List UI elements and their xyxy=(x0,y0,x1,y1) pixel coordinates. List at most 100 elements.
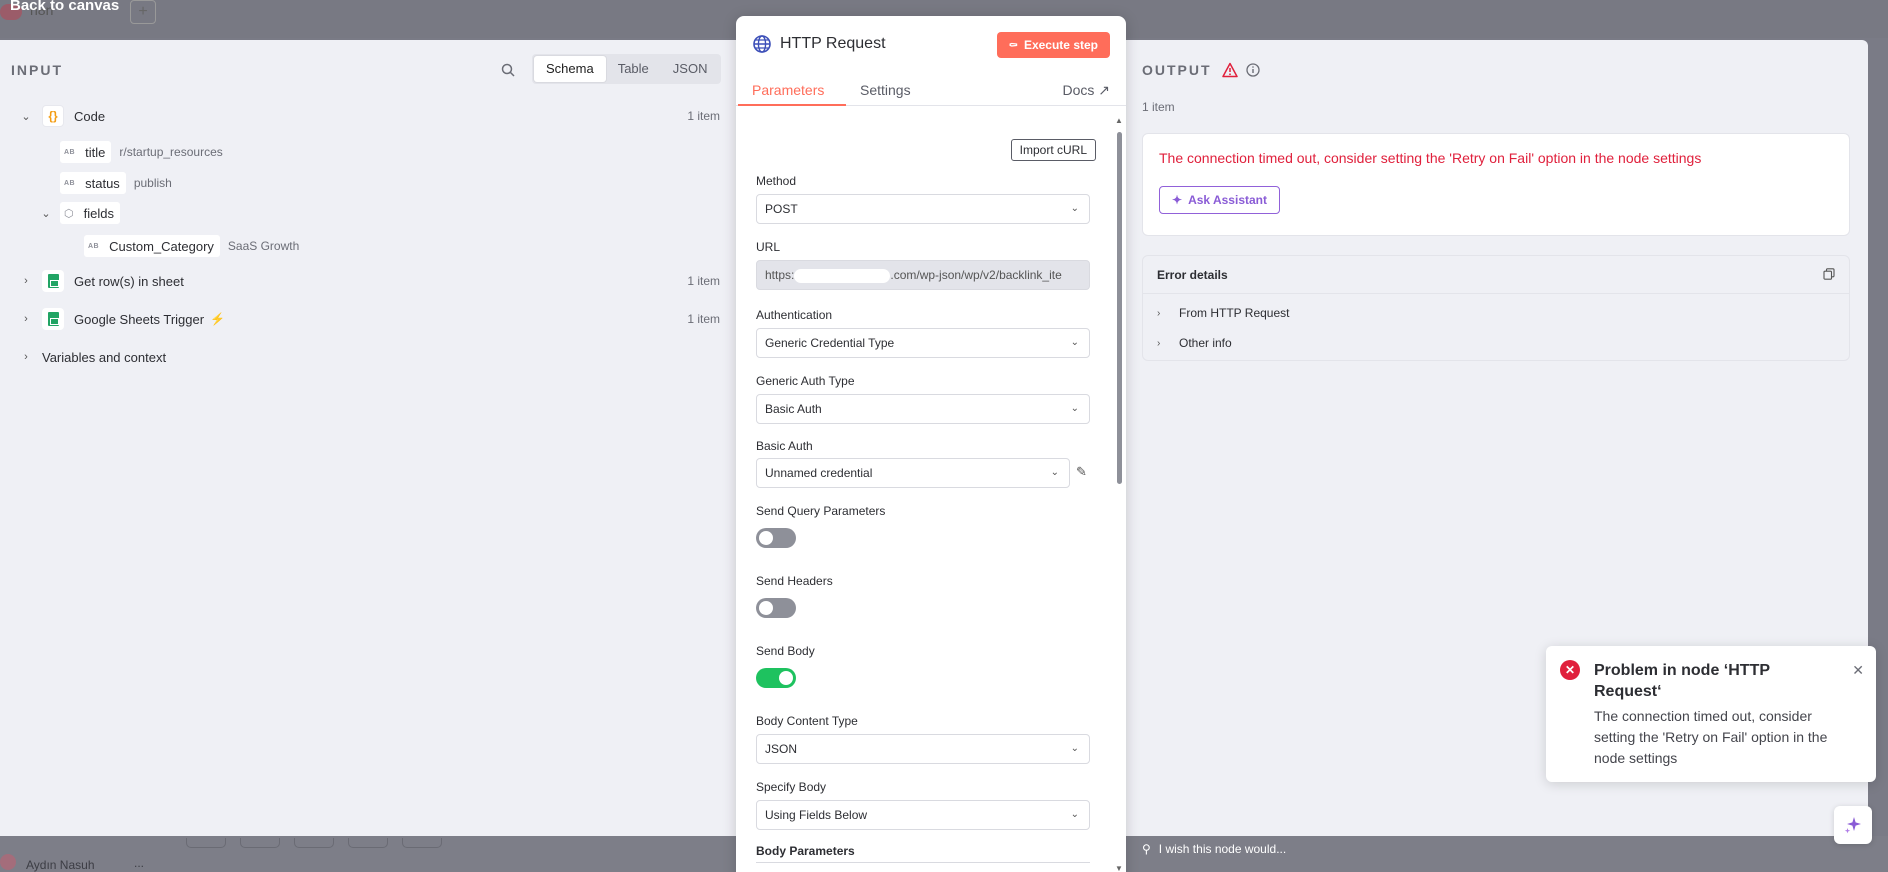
chevron-down-icon: ⌄ xyxy=(1070,743,1079,754)
error-message: The connection timed out, consider setti… xyxy=(1159,150,1702,166)
error-details-header: Error details xyxy=(1143,256,1849,294)
chevron-right-icon[interactable]: › xyxy=(20,351,32,363)
basic-auth-value: Unnamed credential xyxy=(765,466,873,480)
user-menu-button[interactable]: ... xyxy=(134,856,144,870)
error-toast: ✕ Problem in node ‘HTTP Request‘ The con… xyxy=(1546,646,1876,782)
specify-body-label: Specify Body xyxy=(756,780,827,794)
chevron-down-icon: ⌄ xyxy=(1050,467,1059,478)
scroll-up-icon[interactable]: ▲ xyxy=(1115,116,1123,125)
send-query-label: Send Query Parameters xyxy=(756,504,886,518)
field-row-status[interactable]: AB status publish xyxy=(60,171,172,195)
field-tag[interactable]: ⬡ fields xyxy=(60,202,120,224)
field-row-fields[interactable]: ⌄ ⬡ fields xyxy=(40,201,120,225)
import-curl-button[interactable]: Import cURL xyxy=(1010,139,1096,161)
view-json-button[interactable]: JSON xyxy=(661,56,720,82)
node-label: Code xyxy=(74,108,106,124)
close-icon[interactable]: ✕ xyxy=(1852,662,1864,679)
user-avatar[interactable] xyxy=(0,854,16,870)
error-details: Error details › From HTTP Request › Othe… xyxy=(1142,255,1850,361)
node-title[interactable]: HTTP Request xyxy=(780,35,886,53)
canvas-control[interactable] xyxy=(186,838,226,848)
body-parameters-divider xyxy=(756,862,1090,863)
field-tag[interactable]: AB Custom_Category xyxy=(84,235,220,257)
add-tab-button[interactable]: + xyxy=(130,0,156,24)
chevron-down-icon: ⌄ xyxy=(1070,403,1079,414)
ask-assistant-button[interactable]: ✦ Ask Assistant xyxy=(1159,186,1280,214)
chevron-down-icon: ⌄ xyxy=(1070,809,1079,820)
copy-icon[interactable] xyxy=(1823,268,1835,280)
output-header: OUTPUT xyxy=(1142,62,1260,78)
tree-node-variables[interactable]: › Variables and context xyxy=(20,345,166,369)
body-parameters-label: Body Parameters xyxy=(756,844,855,858)
code-icon: {} xyxy=(42,105,64,127)
send-query-toggle[interactable] xyxy=(756,528,796,548)
string-type-icon: AB xyxy=(88,242,100,250)
chevron-down-icon[interactable]: ⌄ xyxy=(20,110,32,123)
canvas-control[interactable] xyxy=(294,838,334,848)
error-details-title: Error details xyxy=(1157,268,1228,282)
body-content-type-value: JSON xyxy=(765,742,798,756)
feedback-hint-text: I wish this node would... xyxy=(1158,842,1287,856)
tree-node-sheets-trigger[interactable]: › Google Sheets Trigger ⚡ 1 item xyxy=(20,307,720,331)
error-detail-other-info[interactable]: › Other info xyxy=(1157,336,1232,350)
trigger-bolt-icon: ⚡ xyxy=(210,312,226,326)
flask-icon: ⚰ xyxy=(1008,39,1018,52)
chevron-right-icon: › xyxy=(1157,337,1161,349)
google-sheets-icon xyxy=(42,308,64,330)
item-count: 1 item xyxy=(687,312,720,326)
output-item-count: 1 item xyxy=(1142,100,1175,114)
execute-step-button[interactable]: ⚰ Execute step xyxy=(996,32,1110,58)
error-detail-from-http[interactable]: › From HTTP Request xyxy=(1157,306,1289,320)
body-content-type-label: Body Content Type xyxy=(756,714,858,728)
docs-link[interactable]: Docs ↗ xyxy=(1062,82,1110,99)
feedback-hint[interactable]: ⚲ I wish this node would... xyxy=(1142,842,1286,856)
search-icon[interactable] xyxy=(500,62,516,78)
chevron-right-icon: › xyxy=(1157,307,1161,319)
send-headers-label: Send Headers xyxy=(756,574,833,588)
active-tab-indicator xyxy=(738,104,846,106)
field-tag[interactable]: AB title xyxy=(60,141,112,163)
field-row-custom-category[interactable]: AB Custom_Category SaaS Growth xyxy=(84,234,299,258)
body-content-type-select[interactable]: JSON ⌄ xyxy=(756,734,1090,764)
generic-auth-select[interactable]: Basic Auth ⌄ xyxy=(756,394,1090,424)
edit-credential-icon[interactable]: ✎ xyxy=(1076,464,1087,480)
scrollbar-thumb[interactable] xyxy=(1117,132,1122,484)
url-input[interactable]: https: .com/wp-json/wp/v2/backlink_ite xyxy=(756,260,1090,290)
field-row-title[interactable]: AB title r/startup_resources xyxy=(60,140,223,164)
parameters-scroll-area[interactable]: Import cURL Method POST ⌄ URL https: .com… xyxy=(736,107,1114,872)
tree-node-get-rows[interactable]: › Get row(s) in sheet 1 item xyxy=(20,269,720,293)
canvas-control[interactable] xyxy=(240,838,280,848)
send-body-toggle[interactable] xyxy=(756,668,796,688)
basic-auth-select[interactable]: Unnamed credential ⌄ xyxy=(756,458,1070,488)
chevron-down-icon[interactable]: ⌄ xyxy=(40,207,52,220)
tree-node-code[interactable]: ⌄ {} Code 1 item xyxy=(20,104,720,128)
error-box: The connection timed out, consider setti… xyxy=(1142,133,1850,236)
view-schema-button[interactable]: Schema xyxy=(534,56,606,82)
send-headers-toggle[interactable] xyxy=(756,598,796,618)
field-value: publish xyxy=(133,176,172,190)
execute-step-label: Execute step xyxy=(1023,38,1098,52)
tab-settings[interactable]: Settings xyxy=(860,82,911,98)
field-value: r/startup_resources xyxy=(119,145,223,159)
assistant-fab-button[interactable] xyxy=(1834,806,1872,844)
generic-auth-value: Basic Auth xyxy=(765,402,822,416)
canvas-control[interactable] xyxy=(348,838,388,848)
tab-parameters[interactable]: Parameters xyxy=(752,82,824,98)
specify-body-select[interactable]: Using Fields Below ⌄ xyxy=(756,800,1090,830)
view-table-button[interactable]: Table xyxy=(606,56,661,82)
scroll-down-icon[interactable]: ▼ xyxy=(1115,864,1123,872)
method-select[interactable]: POST ⌄ xyxy=(756,194,1090,224)
back-to-canvas-link[interactable]: Back to canvas xyxy=(10,0,119,14)
chevron-right-icon[interactable]: › xyxy=(20,313,32,325)
node-label: Variables and context xyxy=(42,349,167,365)
authentication-select[interactable]: Generic Credential Type ⌄ xyxy=(756,328,1090,358)
info-icon[interactable] xyxy=(1245,63,1260,77)
chevron-right-icon[interactable]: › xyxy=(20,275,32,287)
send-body-label: Send Body xyxy=(756,644,815,658)
redacted-host xyxy=(794,268,891,283)
specify-body-value: Using Fields Below xyxy=(765,808,868,822)
canvas-control[interactable] xyxy=(402,838,442,848)
docs-label: Docs xyxy=(1062,82,1095,98)
url-label: URL xyxy=(756,240,781,254)
field-tag[interactable]: AB status xyxy=(60,172,126,194)
